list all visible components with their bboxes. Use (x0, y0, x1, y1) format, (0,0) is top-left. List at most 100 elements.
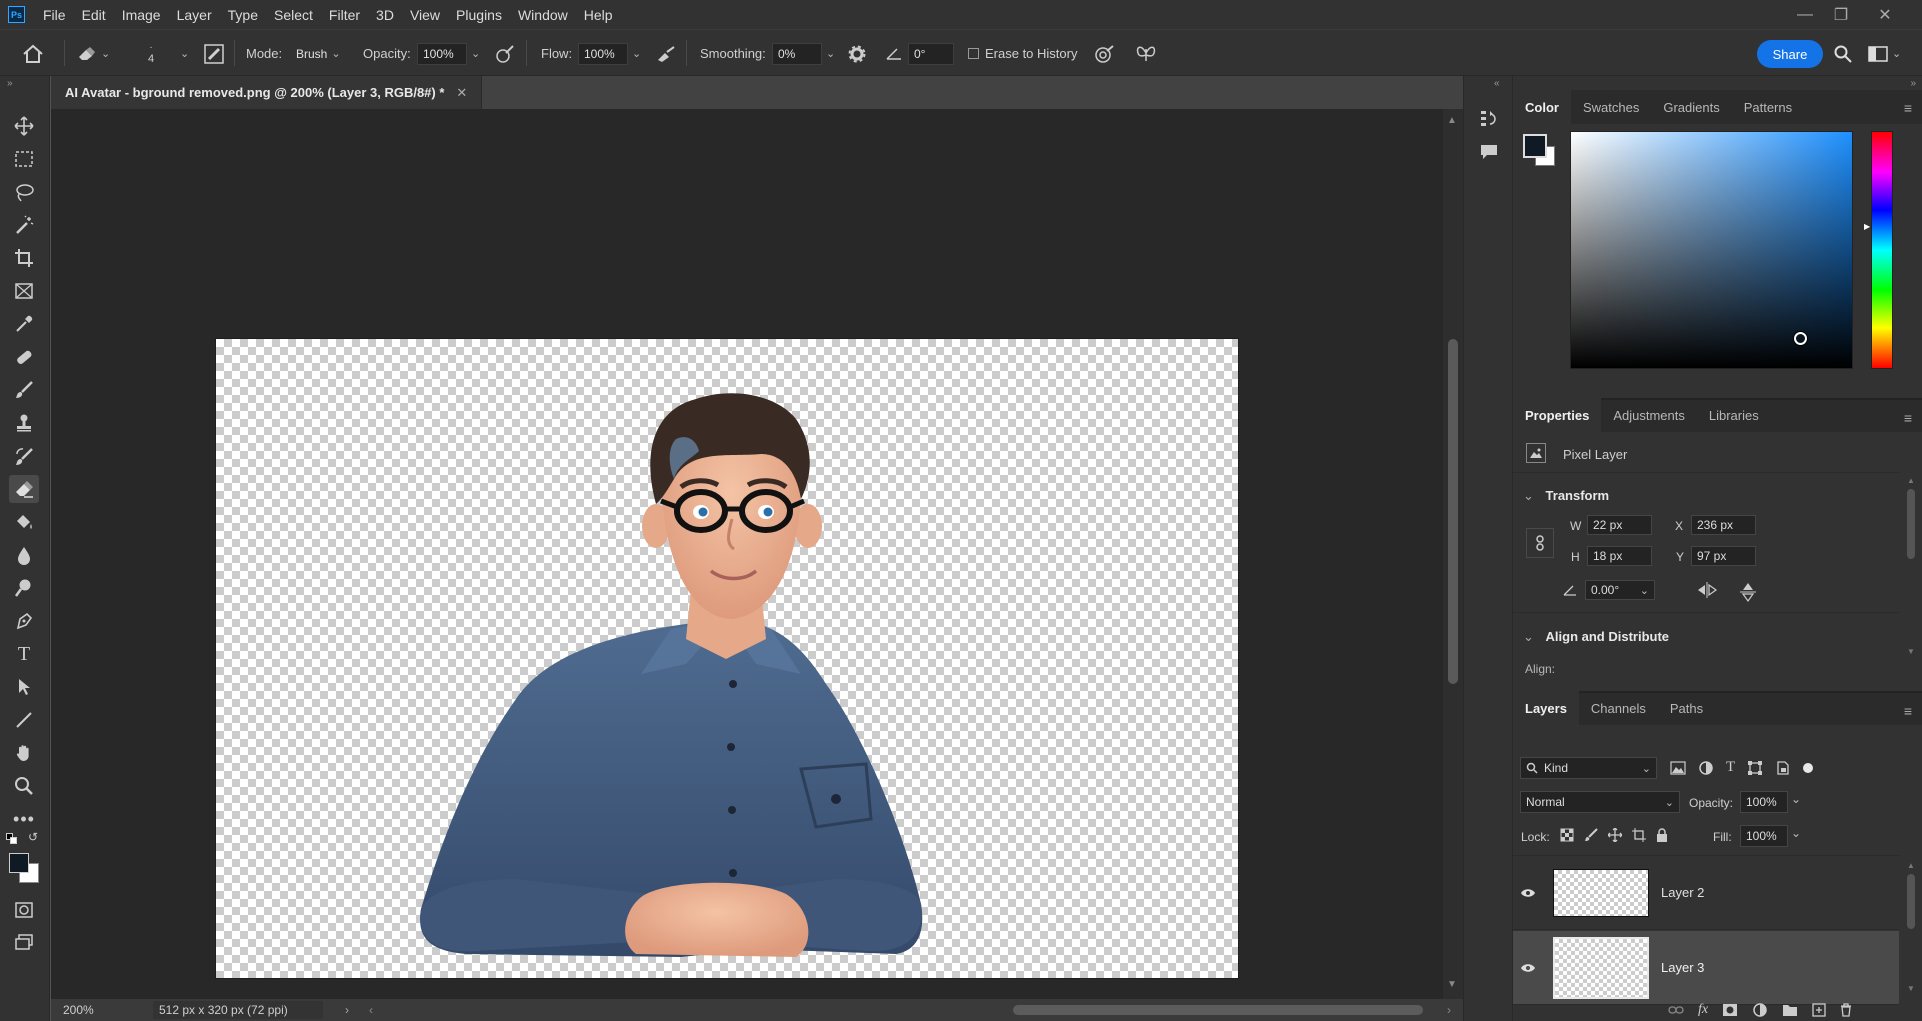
tab-swatches[interactable]: Swatches (1571, 90, 1651, 124)
brush-size-picker[interactable]: · 4 (148, 30, 154, 77)
screen-mode-icon[interactable] (9, 928, 39, 956)
rotation-input[interactable]: 0.00° ⌄ (1585, 580, 1655, 600)
history-panel-icon[interactable] (1475, 104, 1503, 132)
more-tools-icon[interactable]: ••• (9, 805, 39, 833)
lock-position-icon[interactable] (1608, 828, 1622, 842)
frame-tool-icon[interactable] (9, 277, 39, 305)
close-window-icon[interactable]: ✕ (1866, 0, 1904, 29)
crop-tool-icon[interactable] (9, 244, 39, 272)
menu-help[interactable]: Help (576, 7, 621, 23)
dodge-tool-icon[interactable] (9, 574, 39, 602)
hue-slider[interactable] (1871, 131, 1893, 369)
layer-name[interactable]: Layer 2 (1661, 885, 1704, 900)
link-layers-icon[interactable] (1668, 1005, 1684, 1015)
zoom-tool-icon[interactable] (9, 772, 39, 800)
menu-window[interactable]: Window (510, 7, 576, 23)
smoothing-input[interactable]: 0% ⌄ (772, 30, 835, 77)
color-panel-menu-icon[interactable]: ≡ (1904, 100, 1912, 116)
tab-channels[interactable]: Channels (1579, 691, 1658, 725)
document-canvas[interactable] (215, 338, 1239, 979)
eraser-tool-icon[interactable] (9, 475, 39, 503)
healing-brush-tool-icon[interactable] (9, 343, 39, 371)
vertical-scroll-thumb[interactable] (1448, 339, 1458, 684)
search-icon[interactable] (1834, 30, 1852, 77)
history-brush-tool-icon[interactable] (9, 442, 39, 470)
layer-filter-kind-select[interactable]: Kind ⌄ (1520, 757, 1657, 779)
mode-select[interactable]: Brush ⌄ (290, 30, 352, 77)
flip-horizontal-icon[interactable] (1696, 581, 1718, 599)
y-input[interactable]: 97 px (1691, 546, 1756, 566)
opacity-input[interactable]: 100% ⌄ (417, 30, 480, 77)
eraser-preset-picker[interactable]: ⌄ (77, 30, 110, 77)
menu-type[interactable]: Type (220, 7, 266, 23)
color-foreground-swatch[interactable] (1523, 134, 1547, 158)
properties-scrollbar[interactable]: ▲ ▼ (1904, 476, 1918, 676)
clone-stamp-tool-icon[interactable] (9, 409, 39, 437)
brush-settings-icon[interactable] (204, 30, 224, 77)
symmetry-butterfly-icon[interactable] (1135, 30, 1157, 77)
line-tool-icon[interactable] (9, 706, 39, 734)
quick-mask-icon[interactable] (9, 896, 39, 924)
filter-shape-icon[interactable] (1747, 760, 1763, 776)
filter-type-icon[interactable]: T (1726, 759, 1735, 776)
lock-transparent-icon[interactable] (1560, 828, 1574, 842)
vertical-scrollbar[interactable]: ▲ ▼ (1443, 109, 1463, 999)
tab-paths[interactable]: Paths (1658, 691, 1715, 725)
eyedropper-tool-icon[interactable] (9, 310, 39, 338)
link-dimensions-icon[interactable] (1526, 528, 1554, 558)
default-colors-icon[interactable] (6, 833, 18, 845)
filter-adjustment-icon[interactable] (1698, 760, 1714, 776)
layer-row-selected[interactable]: Layer 3 (1513, 931, 1899, 1005)
chevron-down-icon[interactable]: ⌄ (176, 30, 189, 77)
transform-section-toggle[interactable]: ⌄ Transform (1523, 488, 1609, 504)
filter-smart-object-icon[interactable] (1775, 760, 1791, 776)
new-layer-icon[interactable] (1812, 1003, 1826, 1017)
blend-mode-select[interactable]: Normal ⌄ (1520, 791, 1680, 813)
tab-color[interactable]: Color (1513, 90, 1571, 124)
chevron-down-icon[interactable]: ⌄ (1791, 792, 1801, 806)
menu-select[interactable]: Select (266, 7, 321, 23)
expand-dock-icon[interactable]: « (1494, 78, 1500, 89)
workspace-icon[interactable]: ⌄ (1868, 30, 1901, 77)
add-mask-icon[interactable] (1722, 1003, 1738, 1017)
erase-to-history-checkbox[interactable]: Erase to History (968, 30, 1077, 77)
visibility-eye-icon[interactable] (1513, 963, 1543, 973)
flip-vertical-icon[interactable] (1739, 581, 1757, 603)
tab-adjustments[interactable]: Adjustments (1601, 398, 1697, 432)
status-menu-arrow-icon[interactable]: › (345, 1003, 349, 1017)
flow-input[interactable]: 100% ⌄ (578, 30, 641, 77)
hand-tool-icon[interactable] (9, 739, 39, 767)
tab-layers[interactable]: Layers (1513, 691, 1579, 725)
path-selection-tool-icon[interactable] (9, 673, 39, 701)
new-group-icon[interactable] (1782, 1003, 1798, 1017)
swap-colors-icon[interactable]: ↺ (28, 830, 38, 844)
minimize-icon[interactable]: — (1786, 0, 1824, 29)
tab-libraries[interactable]: Libraries (1697, 398, 1771, 432)
collapse-panels-icon[interactable]: » (1910, 78, 1916, 89)
adjustment-layer-icon[interactable] (1752, 1002, 1768, 1018)
type-tool-icon[interactable]: T (9, 640, 39, 668)
smoothing-gear-icon[interactable] (848, 30, 866, 77)
align-section-toggle[interactable]: ⌄ Align and Distribute (1523, 629, 1669, 645)
layer-name[interactable]: Layer 3 (1661, 960, 1704, 975)
brush-tool-icon[interactable] (9, 376, 39, 404)
color-picker-field[interactable] (1570, 131, 1853, 369)
marquee-tool-icon[interactable] (9, 145, 39, 173)
scroll-right-icon[interactable]: › (1447, 1003, 1451, 1017)
airbrush-icon[interactable] (655, 30, 677, 77)
magic-wand-tool-icon[interactable] (9, 211, 39, 239)
menu-edit[interactable]: Edit (74, 7, 114, 23)
layer-opacity-input[interactable]: 100% (1740, 791, 1788, 813)
filter-toggle-icon[interactable] (1803, 762, 1814, 773)
home-icon[interactable] (22, 30, 44, 77)
foreground-color-swatch[interactable] (9, 853, 29, 873)
menu-image[interactable]: Image (114, 7, 169, 23)
move-tool-icon[interactable] (9, 112, 39, 140)
filter-pixel-icon[interactable] (1670, 760, 1686, 775)
brush-angle-input[interactable]: 0° (908, 30, 954, 77)
tab-patterns[interactable]: Patterns (1732, 90, 1804, 124)
properties-panel-menu-icon[interactable]: ≡ (1904, 410, 1912, 426)
share-button[interactable]: Share (1757, 40, 1823, 68)
zoom-level[interactable]: 200% (63, 1003, 113, 1017)
lock-all-icon[interactable] (1656, 828, 1668, 842)
